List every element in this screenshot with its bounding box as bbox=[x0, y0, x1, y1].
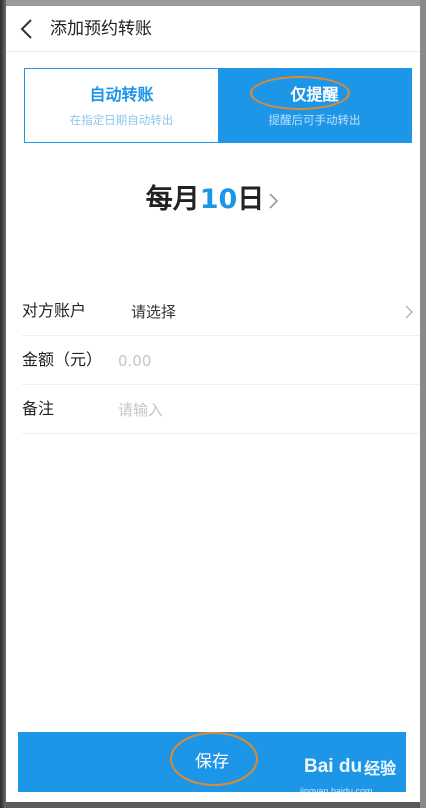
schedule-date-selector[interactable]: 每月10日 bbox=[6, 180, 420, 220]
header: 添加预约转账 bbox=[6, 6, 420, 52]
transfer-mode-tabs: 自动转账 在指定日期自动转出 仅提醒 提醒后可手动转出 bbox=[24, 68, 412, 143]
page-title: 添加预约转账 bbox=[50, 19, 152, 39]
tab-auto-transfer-title: 自动转账 bbox=[89, 84, 154, 104]
account-row[interactable]: 对方账户 请选择 bbox=[22, 287, 420, 336]
amount-input[interactable] bbox=[118, 346, 388, 376]
back-button[interactable] bbox=[16, 16, 40, 42]
screen: 添加预约转账 自动转账 在指定日期自动转出 仅提醒 提醒后可手动转出 每月10日… bbox=[0, 0, 426, 808]
right-edge bbox=[420, 0, 426, 808]
amount-row: 金额（元） bbox=[22, 336, 420, 385]
account-value: 请选择 bbox=[131, 303, 177, 321]
page: 添加预约转账 自动转账 在指定日期自动转出 仅提醒 提醒后可手动转出 每月10日… bbox=[6, 6, 420, 802]
amount-label: 金额（元） bbox=[22, 350, 103, 369]
date-prefix: 每月 bbox=[145, 184, 200, 215]
chevron-right-icon bbox=[405, 305, 414, 319]
save-button[interactable]: 保存 bbox=[18, 732, 406, 792]
note-label: 备注 bbox=[22, 399, 55, 418]
account-label: 对方账户 bbox=[22, 301, 87, 320]
note-row: 备注 bbox=[22, 385, 420, 434]
chevron-left-icon bbox=[20, 19, 32, 39]
chevron-right-icon bbox=[269, 193, 279, 209]
tab-remind-only-title: 仅提醒 bbox=[290, 84, 339, 104]
date-day: 10 bbox=[199, 184, 238, 215]
save-button-label: 保存 bbox=[195, 752, 229, 771]
tab-remind-only[interactable]: 仅提醒 提醒后可手动转出 bbox=[218, 69, 411, 142]
tab-auto-transfer[interactable]: 自动转账 在指定日期自动转出 bbox=[25, 69, 218, 142]
note-input[interactable] bbox=[118, 395, 388, 425]
date-suffix: 日 bbox=[237, 184, 265, 215]
tab-auto-transfer-subtitle: 在指定日期自动转出 bbox=[69, 112, 174, 127]
schedule-date: 每月10日 bbox=[146, 182, 265, 218]
tab-remind-only-subtitle: 提醒后可手动转出 bbox=[268, 112, 361, 127]
